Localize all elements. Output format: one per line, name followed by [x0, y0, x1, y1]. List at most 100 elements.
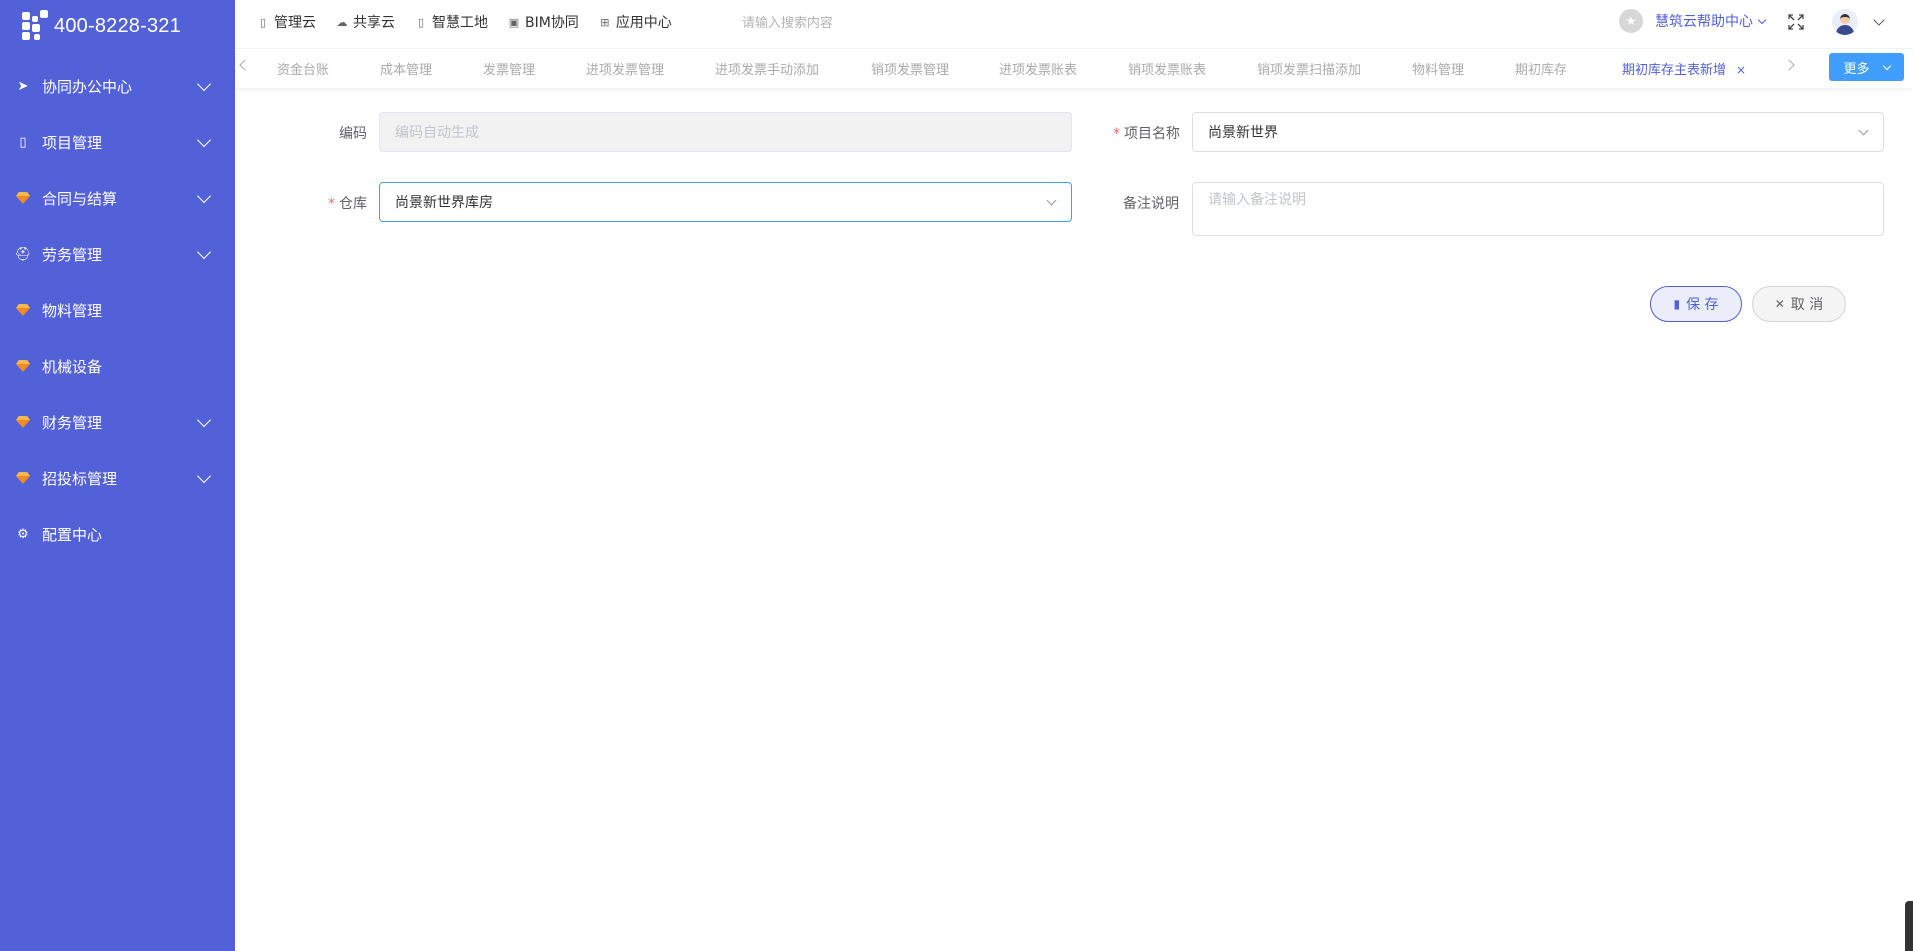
- chevron-down-icon: [196, 76, 212, 91]
- grid-icon: ⊞: [600, 15, 610, 29]
- inventory-form: 编码 编码自动生成 *项目名称 尚景新世界 *仓库 尚景新世界库房 备注说明 ▮…: [235, 90, 1913, 951]
- sidebar-item-3[interactable]: ⛑ 劳务管理: [0, 226, 235, 282]
- gem-icon: [14, 301, 32, 319]
- chevron-down-icon: [1882, 61, 1891, 70]
- sidebar-item-0[interactable]: ➤ 协同办公中心: [0, 58, 235, 114]
- save-button[interactable]: ▮ 保 存: [1650, 286, 1742, 322]
- book-icon: ▯: [19, 134, 27, 150]
- remark-textarea[interactable]: [1192, 182, 1884, 236]
- sidebar-item-2[interactable]: 合同与结算: [0, 170, 235, 226]
- sidebar-item-5[interactable]: 机械设备: [0, 338, 235, 394]
- cloud-icon: ☁: [336, 15, 348, 29]
- tab-label: 销项发票扫描添加: [1257, 63, 1362, 78]
- tab-11[interactable]: 期初库存主表新增 ×: [1622, 59, 1746, 78]
- chevron-down-icon: [196, 412, 212, 427]
- tab-label: 期初库存: [1515, 63, 1568, 78]
- close-icon: ✕: [1774, 297, 1785, 311]
- project-name-label: * 项目名称: [1113, 126, 1180, 142]
- sidebar-item-label: 物料管理: [42, 301, 103, 320]
- cancel-button[interactable]: ✕ 取 消: [1752, 286, 1846, 322]
- chevron-down-icon: [196, 132, 212, 147]
- sidebar-item-6[interactable]: 财务管理: [0, 394, 235, 450]
- tab-0[interactable]: 资金台账: [277, 59, 329, 78]
- project-name-select[interactable]: 尚景新世界: [1192, 112, 1884, 152]
- top-nav-item-4[interactable]: ⊞ 应用中心: [599, 12, 672, 32]
- warehouse-value: 尚景新世界库房: [395, 195, 493, 211]
- hotline-number: 400-8228-321: [54, 14, 181, 37]
- tabs-scroll-left-icon[interactable]: [239, 59, 251, 71]
- top-bar: ▯ 管理云 ☁ 共享云 ▯ 智慧工地 ▣ BIM协同 ⊞ 应用中心 ★ 慧筑云帮助中心: [235, 0, 1913, 44]
- chevron-down-icon: [1858, 125, 1869, 136]
- user-menu-chevron-icon[interactable]: [1873, 14, 1885, 26]
- tab-7[interactable]: 销项发票账表: [1128, 59, 1206, 78]
- remark-label: 备注说明: [1123, 196, 1179, 212]
- tab-4[interactable]: 进项发票手动添加: [715, 59, 819, 78]
- tab-label: 进项发票管理: [586, 63, 665, 78]
- search-input[interactable]: [741, 14, 982, 30]
- code-label: 编码: [339, 126, 367, 142]
- book-icon: ▯: [417, 15, 425, 29]
- top-nav-label: 共享云: [353, 15, 395, 31]
- tab-label: 进项发票账表: [999, 63, 1078, 78]
- gear-icon: ⚙: [17, 526, 29, 542]
- top-nav-item-3[interactable]: ▣ BIM协同: [508, 12, 579, 32]
- user-avatar[interactable]: [1832, 9, 1858, 35]
- tab-8[interactable]: 销项发票扫描添加: [1257, 59, 1361, 78]
- tabs-scroll-right-icon[interactable]: [1783, 59, 1795, 71]
- send-icon: ➤: [17, 78, 29, 94]
- tab-6[interactable]: 进项发票账表: [999, 59, 1077, 78]
- tab-label: 销项发票管理: [871, 63, 950, 78]
- top-nav-label: BIM协同: [525, 15, 579, 31]
- tab-label: 期初库存主表新增: [1622, 63, 1727, 78]
- top-nav-label: 智慧工地: [432, 15, 488, 31]
- chevron-down-icon: [196, 188, 212, 203]
- tab-9[interactable]: 物料管理: [1412, 59, 1464, 78]
- tab-label: 进项发票手动添加: [715, 63, 820, 78]
- scrollbar-thumb[interactable]: [1905, 901, 1913, 951]
- top-nav-item-1[interactable]: ☁ 共享云: [336, 12, 396, 32]
- sidebar-item-label: 机械设备: [42, 357, 103, 376]
- gem-icon: [14, 413, 32, 431]
- chevron-down-icon: [196, 468, 212, 483]
- sidebar-item-label: 合同与结算: [42, 189, 118, 208]
- gem-icon: [14, 469, 32, 487]
- close-icon[interactable]: ×: [1736, 63, 1746, 77]
- code-placeholder: 编码自动生成: [395, 125, 479, 141]
- warehouse-select[interactable]: 尚景新世界库房: [379, 182, 1072, 222]
- chevron-down-icon: [196, 244, 212, 259]
- tab-label: 销项发票账表: [1128, 63, 1207, 78]
- document-icon: ▮: [1673, 297, 1681, 311]
- logo-mark-icon: [20, 10, 52, 42]
- chevron-down-icon: [1046, 195, 1057, 206]
- top-nav-item-2[interactable]: ▯ 智慧工地: [415, 12, 488, 32]
- gem-icon: [14, 189, 32, 207]
- top-nav-label: 管理云: [274, 15, 316, 31]
- sidebar-item-label: 协同办公中心: [42, 77, 133, 96]
- tab-3[interactable]: 进项发票管理: [586, 59, 664, 78]
- chevron-down-icon: [1757, 15, 1767, 24]
- sidebar-item-8[interactable]: ⚙ 配置中心: [0, 506, 235, 562]
- top-nav-item-0[interactable]: ▯ 管理云: [257, 12, 316, 32]
- help-center-dropdown[interactable]: ★ 慧筑云帮助中心: [1619, 9, 1767, 33]
- tab-1[interactable]: 成本管理: [380, 59, 432, 78]
- sidebar-item-4[interactable]: 物料管理: [0, 282, 235, 338]
- cube-icon: ▣: [508, 15, 520, 29]
- sidebar-item-1[interactable]: ▯ 项目管理: [0, 114, 235, 170]
- tab-5[interactable]: 销项发票管理: [871, 59, 949, 78]
- tab-10[interactable]: 期初库存: [1515, 59, 1567, 78]
- sidebar-item-7[interactable]: 招投标管理: [0, 450, 235, 506]
- fullscreen-icon[interactable]: [1788, 14, 1804, 30]
- sidebar-item-label: 招投标管理: [42, 469, 118, 488]
- top-nav: ▯ 管理云 ☁ 共享云 ▯ 智慧工地 ▣ BIM协同 ⊞ 应用中心: [235, 12, 692, 32]
- sidebar-item-label: 劳务管理: [42, 245, 103, 264]
- logo[interactable]: 400-8228-321: [0, 0, 235, 52]
- sidebar-item-label: 项目管理: [42, 133, 103, 152]
- help-center-label: 慧筑云帮助中心: [1655, 14, 1753, 30]
- tab-label: 发票管理: [483, 63, 536, 78]
- sidebar-item-label: 财务管理: [42, 413, 103, 432]
- tab-2[interactable]: 发票管理: [483, 59, 535, 78]
- worker-icon: ⛑: [14, 246, 32, 262]
- sidebar: 400-8228-321 ➤ 协同办公中心 ▯ 项目管理合同与结算 ⛑ 劳务管理物料管理机…: [0, 0, 235, 951]
- tab-label: 资金台账: [277, 63, 330, 78]
- more-tabs-button[interactable]: 更多: [1829, 53, 1904, 81]
